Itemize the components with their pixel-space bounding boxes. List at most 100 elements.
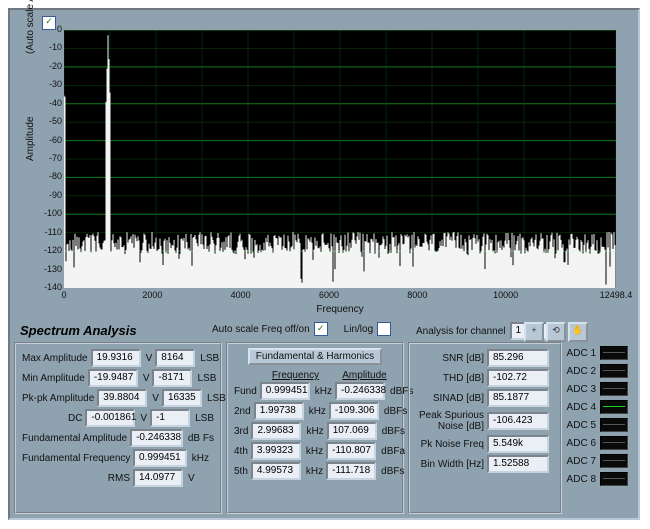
adc-legend-item[interactable]: ADC 6: [566, 434, 628, 452]
fund-freq-value[interactable]: 0.999451: [133, 449, 187, 467]
dc-value[interactable]: -0.001861: [85, 409, 135, 427]
x-axis-label: Frequency: [64, 304, 616, 315]
bw-label: Bin Width [Hz]: [416, 459, 484, 470]
max-amp-code-unit: LSB: [200, 353, 219, 364]
psn-value[interactable]: -106.423: [487, 412, 549, 430]
harm-amp-unit: dBFs: [381, 466, 404, 477]
harm-amp-unit: dBFa: [381, 446, 405, 457]
min-amp-unit: V: [143, 373, 150, 384]
adc-legend-item[interactable]: ADC 7: [566, 452, 628, 470]
adc-label: ADC 3: [566, 384, 596, 395]
harm-amp-header: Amplitude: [333, 370, 396, 381]
pknf-label: Pk Noise Freq: [416, 439, 484, 450]
harm-freq-header: Frequency: [264, 370, 327, 381]
adc-label: ADC 7: [566, 456, 596, 467]
pknf-value[interactable]: 5.549k: [487, 435, 549, 453]
fund-amp-unit: dB Fs: [188, 433, 214, 444]
y-axis-aux-label: (Auto scale Amp off/on): [25, 0, 36, 54]
adc-label: ADC 8: [566, 474, 596, 485]
autoscale-freq-label: Auto scale Freq off/on: [212, 324, 310, 335]
harm-freq-unit: kHz: [306, 426, 323, 437]
adc-legend-item[interactable]: ADC 1: [566, 344, 628, 362]
plot-area[interactable]: [64, 30, 616, 288]
thd-value[interactable]: -102.72: [487, 369, 549, 387]
adc-trace-icon: [600, 346, 628, 360]
harm-amp[interactable]: -0.246338: [335, 382, 385, 400]
pkpk-code[interactable]: 16335: [162, 389, 202, 407]
sinad-value[interactable]: 85.1877: [487, 389, 549, 407]
fund-freq-unit: kHz: [192, 453, 209, 464]
harm-amp[interactable]: 107.069: [327, 422, 377, 440]
rms-unit: V: [188, 473, 195, 484]
harmonic-row: Fund0.999451kHz-0.246338dBFs: [234, 381, 396, 401]
pkpk-code-unit: LSB: [207, 393, 226, 404]
plot-trace: [64, 30, 616, 288]
y-tick: -50: [40, 116, 62, 126]
y-tick: -40: [40, 98, 62, 108]
max-amp-value[interactable]: 19.9316: [91, 349, 141, 367]
adc-trace-icon: [600, 418, 628, 432]
sinad-label: SINAD [dB]: [416, 393, 484, 404]
max-amp-unit: V: [146, 353, 153, 364]
harm-amp-unit: dBFs: [382, 426, 405, 437]
adc-label: ADC 1: [566, 348, 596, 359]
pkpk-unit: V: [152, 393, 159, 404]
rms-value[interactable]: 14.0977: [133, 469, 183, 487]
y-tick: -110: [40, 227, 62, 237]
dc-code[interactable]: -1: [150, 409, 190, 427]
harm-amp[interactable]: -110.807: [326, 442, 376, 460]
fund-freq-label: Fundamental Frequency: [22, 453, 130, 464]
plot-tool-icons: + ⟲ ✋: [524, 322, 588, 342]
harm-amp[interactable]: -111.718: [326, 462, 376, 480]
y-axis-ticks: 0-10-20-30-40-50-60-70-80-90-100-110-120…: [40, 28, 62, 286]
adc-legend-item[interactable]: ADC 3: [566, 380, 628, 398]
fund-amp-value[interactable]: -0.246338: [130, 429, 183, 447]
reset-icon[interactable]: ⟲: [546, 322, 566, 342]
adc-trace-icon: [600, 472, 628, 486]
psn-label: Peak SpuriousNoise [dB]: [416, 410, 484, 432]
harm-freq[interactable]: 4.99573: [251, 462, 301, 480]
harm-freq[interactable]: 0.999451: [260, 382, 310, 400]
harm-freq[interactable]: 2.99683: [251, 422, 301, 440]
app-window: ✓ (Auto scale Amp off/on) Amplitude 0-10…: [8, 8, 640, 520]
harmonics-title: Fundamental & Harmonics: [248, 348, 382, 365]
adc-trace-icon: [600, 364, 628, 378]
adc-legend-item[interactable]: ADC 5: [566, 416, 628, 434]
max-amp-code[interactable]: 8164: [155, 349, 195, 367]
adc-legend-item[interactable]: ADC 4: [566, 398, 628, 416]
linlog-checkbox[interactable]: [377, 322, 391, 336]
min-amp-code[interactable]: -8171: [152, 369, 192, 387]
min-amp-value[interactable]: -19.9487: [88, 369, 138, 387]
min-amp-code-unit: LSB: [197, 373, 216, 384]
adc-legend-item[interactable]: ADC 2: [566, 362, 628, 380]
y-tick: -10: [40, 42, 62, 52]
y-tick: -20: [40, 61, 62, 71]
adc-legend-item[interactable]: ADC 8: [566, 470, 628, 488]
harm-freq-unit: kHz: [309, 406, 326, 417]
rms-label: RMS: [22, 473, 130, 484]
pan-icon[interactable]: ✋: [568, 322, 588, 342]
x-axis-ticks: 020004000600080001000012498.4: [64, 290, 616, 302]
y-tick: -100: [40, 208, 62, 218]
controls-panel: Spectrum Analysis Auto scale Freq off/on…: [14, 320, 634, 514]
y-tick: -120: [40, 245, 62, 255]
y-tick: -90: [40, 190, 62, 200]
harm-amp[interactable]: -109.306: [329, 402, 379, 420]
stats-group: SNR [dB]85.296 THD [dB]-102.72 SINAD [dB…: [408, 342, 562, 514]
pkpk-value[interactable]: 39.8804: [97, 389, 147, 407]
autoscale-freq-checkbox[interactable]: ✓: [314, 322, 328, 336]
snr-value[interactable]: 85.296: [487, 349, 549, 367]
dc-unit: V: [140, 413, 147, 424]
harm-amp-unit: dBFs: [384, 406, 407, 417]
adc-trace-icon: [600, 382, 628, 396]
harm-freq[interactable]: 1.99738: [254, 402, 304, 420]
x-tick: 2000: [142, 290, 162, 300]
y-tick: -80: [40, 171, 62, 181]
harm-label: 4th: [234, 446, 248, 457]
harm-freq[interactable]: 3.99323: [251, 442, 301, 460]
bw-value[interactable]: 1.52588: [487, 455, 549, 473]
harm-label: 3rd: [234, 426, 248, 437]
zoom-icon[interactable]: +: [524, 322, 544, 342]
y-axis-label: Amplitude: [25, 117, 36, 161]
harmonic-row: 5th4.99573kHz-111.718dBFs: [234, 461, 396, 481]
